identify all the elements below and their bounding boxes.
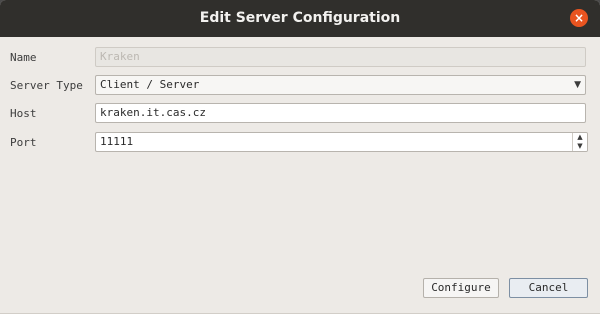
host-input[interactable]: kraken.it.cas.cz xyxy=(95,103,586,123)
chevron-down-icon: ▼ xyxy=(574,80,581,90)
host-label: Host xyxy=(10,107,37,120)
port-value: 11111 xyxy=(100,135,134,148)
spin-up-icon[interactable]: ▲ xyxy=(573,133,587,142)
host-value: kraken.it.cas.cz xyxy=(100,106,206,119)
spin-down-icon[interactable]: ▼ xyxy=(573,142,587,151)
close-icon: × xyxy=(573,11,585,25)
port-stepper[interactable]: 11111 ▲ ▼ xyxy=(95,132,588,152)
dialog-title: Edit Server Configuration xyxy=(199,10,401,26)
server-type-value: Client / Server xyxy=(100,78,200,91)
configure-button[interactable]: Configure xyxy=(423,278,499,298)
port-label: Port xyxy=(10,136,37,149)
title-bar: Edit Server Configuration × xyxy=(0,0,600,37)
edit-server-configuration-dialog: Edit Server Configuration × Name Kraken … xyxy=(0,0,600,314)
name-field: Kraken xyxy=(95,47,586,67)
name-label: Name xyxy=(10,51,37,64)
server-type-label: Server Type xyxy=(10,79,83,92)
name-value: Kraken xyxy=(100,50,140,63)
close-button[interactable]: × xyxy=(570,9,588,27)
server-type-select[interactable]: Client / Server ▼ xyxy=(95,75,586,95)
cancel-button[interactable]: Cancel xyxy=(509,278,588,298)
port-spinner: ▲ ▼ xyxy=(572,133,587,151)
